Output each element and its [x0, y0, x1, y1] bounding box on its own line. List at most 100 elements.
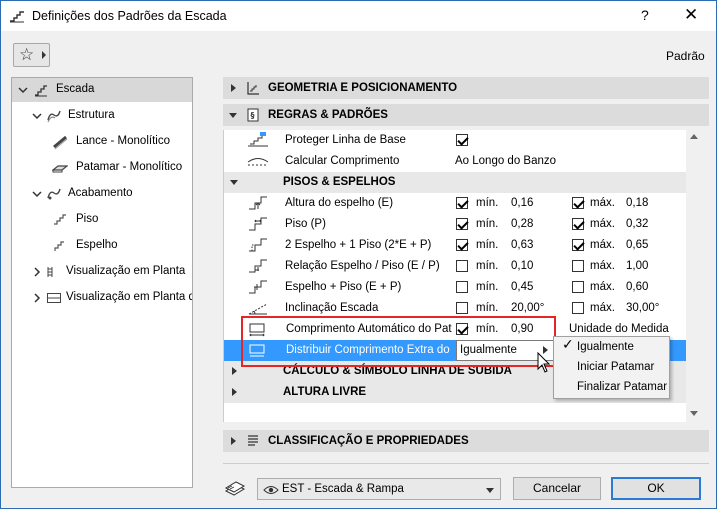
chevron-right-icon: [232, 388, 237, 396]
min-label: mín.: [476, 281, 499, 293]
max-checkbox[interactable]: [572, 281, 584, 293]
footer-divider: [223, 463, 709, 464]
min-value[interactable]: 0,10: [511, 260, 533, 272]
max-value[interactable]: 0,65: [626, 239, 648, 251]
chevron-down-icon: [486, 488, 494, 493]
window-title: Definições dos Padrões da Escada: [32, 9, 227, 23]
tree-item-escada[interactable]: Escada: [12, 78, 192, 102]
param-row-riser-height: Altura do espelho (E) mín. 0,16 máx. 0,1…: [224, 193, 687, 214]
max-label: máx.: [590, 302, 615, 314]
tree-item-estrutura[interactable]: Estrutura: [12, 104, 192, 128]
max-value[interactable]: 0,60: [626, 281, 648, 293]
geometry-icon: [247, 82, 259, 95]
max-label: máx.: [590, 218, 615, 230]
structure-icon: [47, 110, 61, 123]
min-checkbox[interactable]: [456, 260, 468, 272]
min-checkbox[interactable]: [456, 218, 468, 230]
distribute-options-popup: ✓ Igualmente Iniciar Patamar Finalizar P…: [553, 336, 670, 399]
max-checkbox[interactable]: [572, 260, 584, 272]
param-label: Altura do espelho (E): [285, 197, 394, 209]
protect-baseline-checkbox[interactable]: [456, 134, 468, 146]
max-checkbox[interactable]: [572, 218, 584, 230]
settings-tree: Escada Estrutura Lance - Monolítico Pata…: [11, 77, 193, 488]
subsection-treads[interactable]: PISOS & ESPELHOS: [224, 172, 687, 193]
param-label: Relação Espelho / Piso (E / P): [285, 260, 440, 272]
min-value[interactable]: 20,00°: [511, 302, 544, 314]
max-label: máx.: [590, 260, 615, 272]
tree-item-acabamento[interactable]: Acabamento: [12, 182, 192, 206]
min-label: mín.: [476, 260, 499, 272]
section-classification[interactable]: CLASSIFICAÇÃO E PROPRIEDADES: [223, 430, 709, 452]
scroll-up-icon[interactable]: [690, 134, 698, 139]
stair-app-icon: [10, 11, 24, 23]
min-value[interactable]: 0,63: [511, 239, 533, 251]
chevron-down-icon: [32, 191, 42, 198]
layers-icon: [224, 481, 246, 496]
calc-length-value[interactable]: Ao Longo do Banzo: [455, 155, 556, 167]
tree-label: Espelho: [76, 239, 118, 251]
protect-baseline-icon: [248, 132, 268, 147]
min-label: mín.: [476, 218, 499, 230]
section-rules[interactable]: § REGRAS & PADRÕES: [223, 104, 709, 126]
popup-option-finalizar[interactable]: Finalizar Patamar: [554, 378, 669, 398]
tree-item-planta-grid[interactable]: Visualização em Planta d: [12, 286, 192, 310]
unit-label: Unidade do Medida: [569, 323, 669, 335]
popup-option-iniciar[interactable]: Iniciar Patamar: [554, 358, 669, 378]
min-checkbox[interactable]: [456, 239, 468, 251]
classification-icon: [248, 435, 258, 446]
favorites-button[interactable]: ☆: [13, 43, 50, 67]
option-label: Iniciar Patamar: [577, 361, 655, 373]
max-checkbox[interactable]: [572, 239, 584, 251]
min-checkbox[interactable]: [456, 281, 468, 293]
section-geometry[interactable]: GEOMETRIA E POSICIONAMENTO: [223, 77, 709, 99]
param-row-2r-plus-t: 2 Espelho + 1 Piso (2*E + P) mín. 0,63 m…: [224, 235, 687, 256]
min-value[interactable]: 0,45: [511, 281, 533, 293]
tree-item-planta[interactable]: Visualização em Planta: [12, 260, 192, 284]
riser-height-icon: [249, 196, 267, 210]
tree-item-lance[interactable]: Lance - Monolítico: [12, 130, 192, 154]
tree-label: Lance - Monolítico: [76, 135, 170, 147]
min-label: mín.: [476, 302, 499, 314]
help-button[interactable]: ?: [641, 7, 649, 23]
param-label: Piso (P): [285, 218, 326, 230]
floorplan-grid-icon: [47, 293, 61, 303]
max-value[interactable]: 0,18: [626, 197, 648, 209]
popup-option-igualmente[interactable]: ✓ Igualmente: [554, 337, 669, 358]
chevron-down-icon: [18, 87, 28, 94]
tree-label: Estrutura: [68, 109, 115, 121]
tree-item-espelho[interactable]: Espelho: [12, 234, 192, 258]
max-value[interactable]: 1,00: [626, 260, 648, 272]
auto-length-value[interactable]: 0,90: [511, 323, 533, 335]
ok-button[interactable]: OK: [611, 477, 701, 500]
max-label: máx.: [590, 239, 615, 251]
dropdown-value: Igualmente: [460, 344, 517, 356]
eye-icon: [263, 486, 279, 494]
min-checkbox[interactable]: [456, 197, 468, 209]
finish-icon: [47, 188, 61, 200]
scroll-down-icon[interactable]: [690, 411, 698, 416]
close-button[interactable]: ✕: [684, 5, 698, 25]
max-value[interactable]: 30,00°: [626, 302, 659, 314]
section-label: REGRAS & PADRÕES: [268, 109, 388, 121]
tree-item-piso[interactable]: Piso: [12, 208, 192, 232]
cancel-button[interactable]: Cancelar: [513, 477, 601, 500]
dialog-window: Definições dos Padrões da Escada ? ✕ ☆ P…: [0, 0, 717, 509]
two-riser-tread-icon: [249, 238, 267, 252]
section-label: CLASSIFICAÇÃO E PROPRIEDADES: [268, 435, 469, 447]
chevron-down-icon: [230, 180, 238, 185]
max-checkbox[interactable]: [572, 197, 584, 209]
min-checkbox[interactable]: [456, 302, 468, 314]
tree-label: Piso: [76, 213, 99, 225]
subsection-label: PISOS & ESPELHOS: [283, 176, 396, 188]
auto-length-checkbox[interactable]: [456, 323, 468, 335]
option-label: Igualmente: [577, 341, 634, 353]
favorite-selector[interactable]: EST - Escada & Rampa: [257, 478, 501, 500]
min-value[interactable]: 0,28: [511, 218, 533, 230]
max-value[interactable]: 0,32: [626, 218, 648, 230]
tree-item-patamar[interactable]: Patamar - Monolítico: [12, 156, 192, 180]
param-label: Inclinação Escada: [285, 302, 379, 314]
min-value[interactable]: 0,16: [511, 197, 533, 209]
favorite-value: EST - Escada & Rampa: [282, 483, 404, 495]
grid-scrollbar[interactable]: [686, 130, 703, 422]
max-checkbox[interactable]: [572, 302, 584, 314]
